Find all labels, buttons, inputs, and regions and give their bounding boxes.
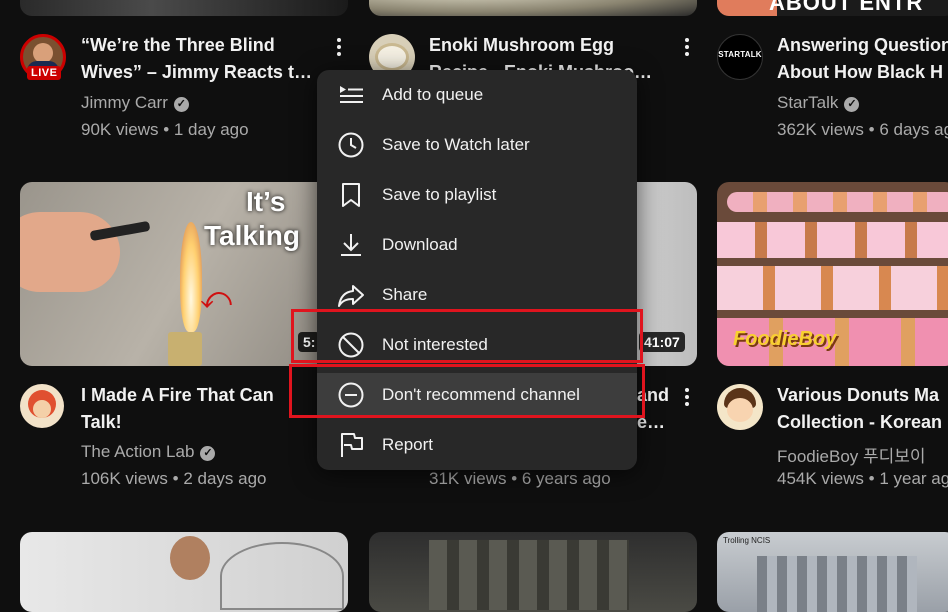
highlight-box-dont-recommend	[289, 364, 645, 418]
channel-name[interactable]: Jimmy Carr ✓	[81, 93, 189, 113]
video-stats: 90K views • 1 day ago	[81, 120, 249, 139]
channel-name-text: The Action Lab	[81, 442, 195, 461]
flag-icon	[341, 433, 363, 457]
more-actions-icon[interactable]	[327, 35, 351, 59]
menu-item-download[interactable]: Download	[317, 223, 637, 267]
queue-icon	[340, 86, 363, 103]
video-thumbnail-donuts[interactable]: FoodieBoy	[717, 182, 948, 366]
clock-icon	[338, 132, 364, 158]
menu-item-add-to-queue[interactable]: Add to queue	[317, 73, 637, 117]
channel-name-text: Jimmy Carr	[81, 93, 168, 112]
channel-name-text: StarTalk	[777, 93, 839, 112]
video-title-line[interactable]: Collection - Korean	[777, 409, 948, 436]
verified-icon: ✓	[173, 97, 189, 112]
live-badge: LIVE	[27, 66, 62, 80]
video-title-line[interactable]: Answering Questions	[777, 32, 948, 59]
more-actions-icon[interactable]	[675, 385, 699, 409]
video-thumbnail-row3-2[interactable]	[369, 532, 697, 612]
video-title-line[interactable]: Various Donuts Ma	[777, 382, 948, 409]
video-title-line[interactable]: “We’re the Three Blind	[81, 32, 321, 59]
thumbnail-caption: Trolling NCIS	[723, 536, 771, 545]
video-stats: 362K views • 6 days ag	[777, 120, 948, 139]
thumbnail-caption: Talking	[204, 220, 300, 251]
video-thumbnail-3[interactable]: ABOUT ENTR	[717, 0, 948, 16]
video-title-line[interactable]: Wives” – Jimmy Reacts t…	[81, 59, 321, 86]
channel-avatar[interactable]: STARTALK	[717, 34, 763, 80]
menu-item-label: Report	[382, 435, 434, 454]
menu-item-watch-later[interactable]: Save to Watch later	[317, 123, 637, 167]
channel-name[interactable]: StarTalk ✓	[777, 93, 860, 113]
video-thumbnail-row3-1[interactable]	[20, 532, 348, 612]
bookmark-icon	[342, 183, 360, 207]
menu-item-label: Download	[382, 235, 458, 254]
thumbnail-caption: It’s	[246, 186, 286, 217]
video-title-line[interactable]: I Made A Fire That Can	[81, 382, 321, 409]
video-stats: 454K views • 1 year ag	[777, 469, 948, 488]
highlight-box-not-interested	[291, 309, 643, 363]
channel-avatar[interactable]	[20, 384, 64, 428]
verified-icon: ✓	[844, 97, 860, 112]
channel-name[interactable]: The Action Lab ✓	[81, 442, 216, 462]
avatar-logo-text: STARTALK	[718, 50, 762, 59]
channel-name[interactable]: FoodieBoy 푸디보이	[777, 442, 926, 467]
video-title-line[interactable]: About How Black H	[777, 59, 948, 86]
video-thumbnail-2[interactable]	[369, 0, 697, 16]
download-icon	[341, 234, 361, 256]
menu-item-label: Add to queue	[382, 85, 484, 104]
video-thumbnail-1[interactable]	[20, 0, 348, 16]
verified-icon: ✓	[200, 446, 216, 461]
share-icon	[338, 285, 364, 307]
thumbnail-caption: ABOUT ENTR	[769, 0, 924, 15]
channel-avatar[interactable]	[717, 384, 763, 430]
menu-item-report[interactable]: Report	[317, 423, 637, 467]
video-title-line[interactable]: Talk!	[81, 409, 321, 436]
video-thumbnail-row3-3[interactable]: Trolling NCIS	[717, 532, 948, 612]
video-stats: 31K views • 6 years ago	[429, 469, 611, 488]
video-duration: 41:07	[639, 332, 685, 352]
more-actions-icon[interactable]	[675, 35, 699, 59]
menu-item-label: Share	[382, 285, 428, 304]
menu-item-label: Save to Watch later	[382, 135, 530, 154]
foodieboy-logo: FoodieBoy	[733, 328, 837, 350]
video-title-line[interactable]: Enoki Mushroom Egg	[429, 32, 669, 59]
video-stats: 106K views • 2 days ago	[81, 469, 267, 488]
menu-item-save-to-playlist[interactable]: Save to playlist	[317, 173, 637, 217]
menu-item-label: Save to playlist	[382, 185, 497, 204]
